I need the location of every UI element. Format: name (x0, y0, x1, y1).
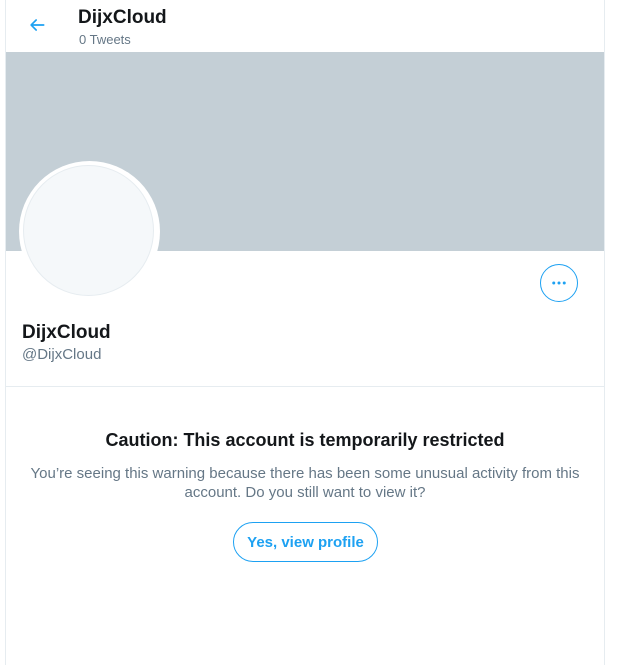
back-button[interactable] (22, 10, 52, 40)
profile-column: DijxCloud 0 Tweets DijxCloud @DijxCloud … (5, 0, 605, 665)
view-profile-button[interactable]: Yes, view profile (233, 522, 378, 562)
section-divider (6, 386, 604, 387)
tweet-count: 0 Tweets (79, 32, 131, 47)
warning-message: You’re seeing this warning because there… (30, 465, 580, 501)
more-options-button[interactable] (540, 264, 578, 302)
display-name: DijxCloud (22, 322, 111, 343)
warning-title: Caution: This account is temporarily res… (105, 430, 505, 450)
user-handle: @DijxCloud (22, 346, 102, 363)
profile-header: DijxCloud 0 Tweets (6, 0, 604, 52)
avatar-frame (19, 161, 160, 302)
header-title: DijxCloud (78, 7, 167, 28)
more-horizontal-icon (552, 281, 566, 285)
avatar[interactable] (23, 165, 154, 296)
arrow-left-icon (30, 19, 45, 31)
